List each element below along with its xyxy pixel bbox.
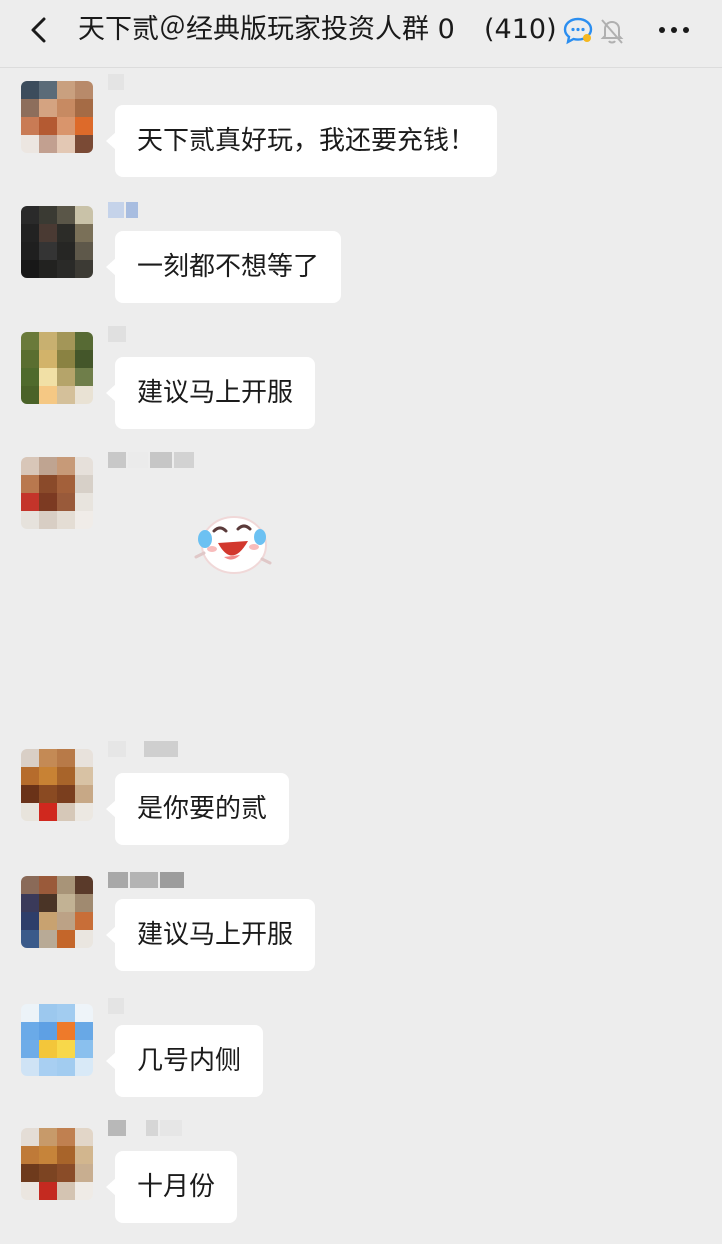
chat-bubble-icon <box>563 17 593 45</box>
bell-off-icon <box>600 19 624 44</box>
message-bubble[interactable]: 是你要的贰 <box>105 773 290 845</box>
sender-nickname <box>108 872 184 888</box>
message-bubble[interactable]: 一刻都不想等了 <box>105 231 342 303</box>
sender-nickname <box>108 202 138 218</box>
member-count: (410) <box>484 14 557 45</box>
message-bubble[interactable]: 几号内侧 <box>105 1025 264 1097</box>
avatar[interactable] <box>21 81 93 153</box>
avatar[interactable] <box>21 332 93 404</box>
message-bubble[interactable]: 建议马上开服 <box>105 899 316 971</box>
more-dots-icon[interactable] <box>654 14 694 46</box>
avatar[interactable] <box>21 749 93 821</box>
sender-nickname <box>108 452 194 468</box>
avatar[interactable] <box>21 206 93 278</box>
laughing-dumpling-sticker[interactable] <box>190 505 276 585</box>
avatar[interactable] <box>21 1128 93 1200</box>
chat-title[interactable]: 天下贰＠经典版玩家投资人群 0 <box>78 10 478 50</box>
avatar[interactable] <box>21 457 93 529</box>
chat-header: 天下贰＠经典版玩家投资人群 0 (410) <box>0 0 722 68</box>
sender-nickname <box>108 1120 182 1136</box>
sender-nickname <box>108 741 178 757</box>
message-bubble[interactable]: 十月份 <box>105 1151 238 1223</box>
avatar[interactable] <box>21 1004 93 1076</box>
message-bubble[interactable]: 天下贰真好玩，我还要充钱！ <box>105 105 498 177</box>
sender-nickname <box>108 326 126 342</box>
message-bubble[interactable]: 建议马上开服 <box>105 357 316 429</box>
sender-nickname <box>108 998 124 1014</box>
sender-nickname <box>108 74 124 90</box>
avatar[interactable] <box>21 876 93 948</box>
back-icon[interactable] <box>24 14 56 46</box>
